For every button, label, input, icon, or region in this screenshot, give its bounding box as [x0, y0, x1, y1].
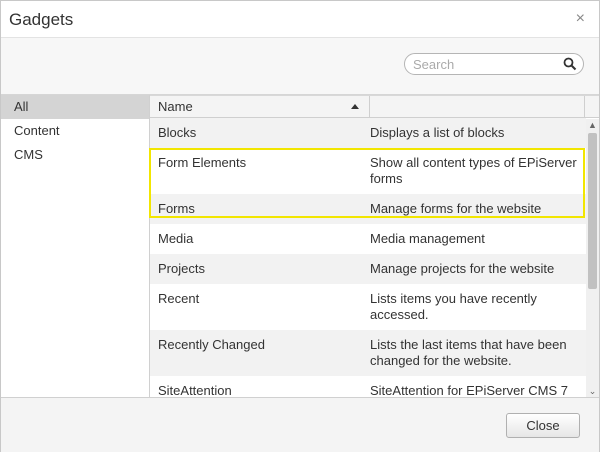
table-row[interactable]: Recently Changed Lists the last items th… — [150, 330, 586, 376]
search-box[interactable] — [404, 53, 584, 75]
dialog-titlebar: Gadgets × — [1, 1, 599, 38]
gadgets-dialog: Gadgets × All Content CMS Name Blocks — [0, 0, 600, 452]
row-description: Manage projects for the website — [370, 261, 555, 276]
gadget-table: Name Blocks Displays a list of blocks Fo… — [150, 95, 599, 397]
column-header-name[interactable]: Name — [150, 96, 370, 118]
row-name: Projects — [158, 261, 205, 276]
table-row[interactable]: Media Media management — [150, 224, 586, 254]
table-scrollbar[interactable]: ▲ ⌄ — [586, 119, 599, 397]
category-sidebar: All Content CMS — [1, 95, 150, 397]
table-row[interactable]: Blocks Displays a list of blocks — [150, 118, 586, 148]
scroll-down-icon[interactable]: ⌄ — [586, 385, 599, 397]
row-description: Lists the last items that have been chan… — [370, 337, 567, 368]
dialog-title: Gadgets — [9, 10, 74, 29]
column-header-description — [371, 96, 585, 118]
row-description: Lists items you have recently accessed. — [370, 291, 537, 322]
close-icon[interactable]: × — [576, 10, 585, 28]
row-name: Recently Changed — [158, 337, 265, 352]
dialog-footer: Close — [1, 397, 599, 452]
search-toolbar — [1, 38, 599, 95]
row-description: Show all content types of EPiServer form… — [370, 155, 577, 186]
search-icon[interactable] — [563, 57, 577, 71]
scroll-up-icon[interactable]: ▲ — [586, 119, 599, 131]
table-header: Name — [150, 95, 599, 118]
row-name: Forms — [158, 201, 195, 216]
sidebar-item-all[interactable]: All — [1, 95, 149, 119]
table-row[interactable]: Form Elements Show all content types of … — [150, 148, 586, 194]
row-description: Media management — [370, 231, 485, 246]
sidebar-item-cms[interactable]: CMS — [1, 143, 149, 167]
row-name: Blocks — [158, 125, 197, 140]
row-description: SiteAttention for EPiServer CMS 7 — [370, 383, 568, 397]
row-description: Manage forms for the website — [370, 201, 542, 216]
sort-ascending-icon — [351, 104, 359, 109]
table-row[interactable]: Recent Lists items you have recently acc… — [150, 284, 586, 330]
row-name: Media — [158, 231, 194, 246]
table-row[interactable]: Forms Manage forms for the website — [150, 194, 586, 224]
sidebar-item-content[interactable]: Content — [1, 119, 149, 143]
row-description: Displays a list of blocks — [370, 125, 505, 140]
row-name: Recent — [158, 291, 200, 306]
table-row[interactable]: SiteAttention SiteAttention for EPiServe… — [150, 376, 586, 397]
table-row[interactable]: Projects Manage projects for the website — [150, 254, 586, 284]
close-button[interactable]: Close — [506, 413, 580, 438]
scroll-thumb[interactable] — [588, 133, 597, 289]
column-header-name-label: Name — [158, 99, 193, 114]
row-name: Form Elements — [158, 155, 247, 170]
row-name: SiteAttention — [158, 383, 232, 397]
search-input[interactable] — [413, 56, 553, 72]
